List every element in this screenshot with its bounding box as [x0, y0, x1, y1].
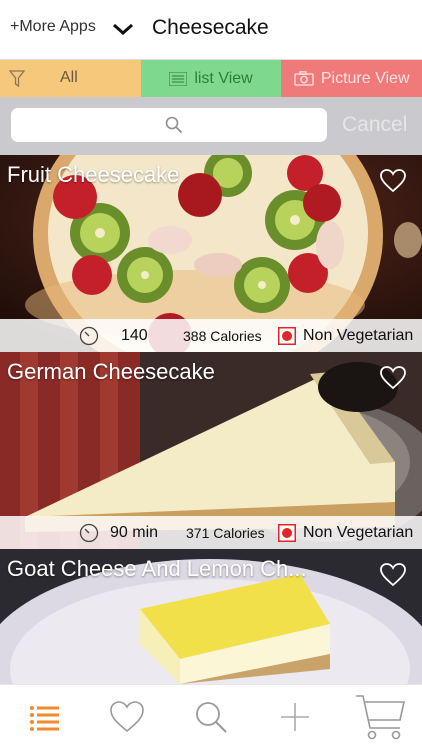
- recipe-calories: 388 Calories: [183, 328, 262, 344]
- recipe-calories: 371 Calories: [186, 525, 265, 541]
- favorites-tab-icon[interactable]: [107, 697, 147, 737]
- app-header: +More Apps Cheesecake: [0, 0, 422, 60]
- add-tab-icon[interactable]: [275, 697, 315, 737]
- non-veg-icon: [278, 327, 296, 345]
- chevron-down-icon[interactable]: [111, 17, 135, 41]
- bottom-tab-bar: [0, 684, 422, 751]
- list-icon: [169, 71, 188, 86]
- list-tab-icon[interactable]: [24, 697, 64, 737]
- recipe-name: Fruit Cheesecake: [7, 162, 180, 187]
- camera-icon: [294, 71, 314, 86]
- filter-all-label: All: [60, 69, 78, 86]
- search-icon: [165, 116, 183, 134]
- list-view-label: list View: [194, 69, 253, 87]
- page-title: Cheesecake: [152, 16, 269, 39]
- recipe-card[interactable]: German Cheesecake 90 min 371 Calories No…: [0, 352, 422, 549]
- search-bar: Cancel: [0, 97, 422, 155]
- recipe-info-bar: 90 min 371 Calories Non Vegetarian: [0, 516, 422, 549]
- cart-tab-icon[interactable]: [354, 692, 406, 742]
- recipe-name: German Cheesecake: [7, 359, 215, 384]
- non-veg-icon: [278, 524, 296, 542]
- recipe-type: Non Vegetarian: [303, 524, 414, 541]
- picture-view-button[interactable]: Picture View: [281, 60, 422, 97]
- more-apps-button[interactable]: +More Apps: [10, 18, 96, 36]
- view-filter-bar: All list View Picture View: [0, 60, 422, 97]
- timer-icon: [79, 523, 99, 543]
- cancel-button[interactable]: Cancel: [342, 113, 407, 137]
- recipe-name: Goat Cheese And Lemon Ch...: [7, 556, 307, 581]
- recipe-time: 90 min: [110, 524, 159, 541]
- recipe-card[interactable]: Goat Cheese And Lemon Ch...: [0, 549, 422, 684]
- recipe-info-bar: 140 388 Calories Non Vegetarian: [0, 319, 422, 352]
- search-input[interactable]: [11, 108, 327, 142]
- picture-view-label: Picture View: [320, 69, 410, 87]
- heart-icon[interactable]: [380, 169, 406, 193]
- filter-all-button[interactable]: All: [0, 60, 141, 97]
- heart-icon[interactable]: [380, 563, 406, 587]
- heart-icon[interactable]: [380, 366, 406, 390]
- timer-icon: [79, 326, 99, 346]
- recipe-time: 140: [121, 327, 148, 344]
- search-tab-icon[interactable]: [191, 697, 231, 737]
- list-view-button[interactable]: list View: [140, 60, 282, 97]
- recipe-card[interactable]: Fruit Cheesecake 140 388 Calories Non Ve…: [0, 155, 422, 352]
- filter-icon: [9, 70, 25, 88]
- recipe-type: Non Vegetarian: [303, 327, 414, 344]
